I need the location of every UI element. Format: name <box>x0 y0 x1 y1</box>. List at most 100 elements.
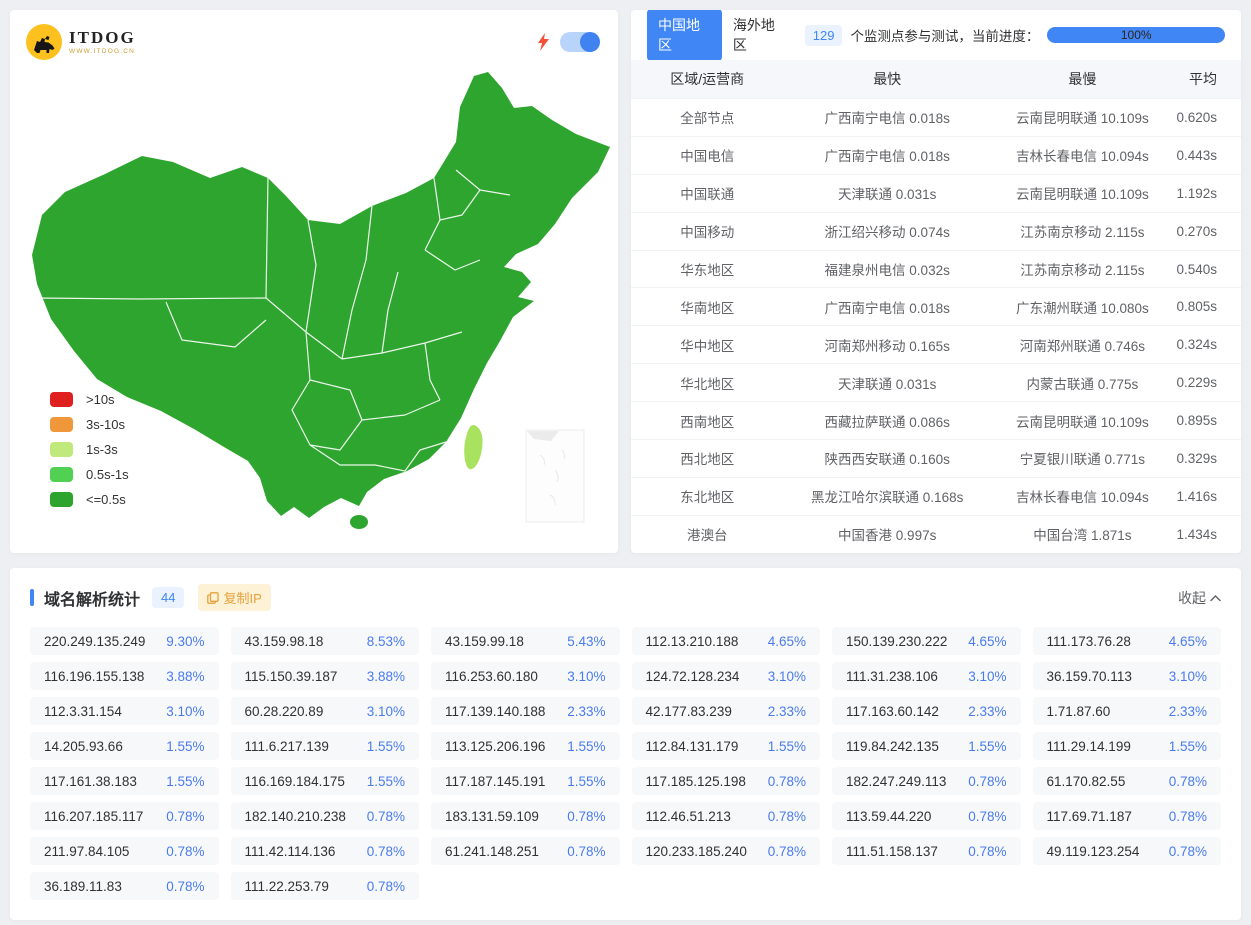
ip-address: 117.139.140.188 <box>445 703 546 719</box>
header-average: 平均 <box>1188 71 1217 87</box>
ip-percent: 0.78% <box>968 843 1007 859</box>
ip-percent: 2.33% <box>567 703 606 719</box>
ip-percent: 3.10% <box>968 668 1007 684</box>
ip-address: 112.46.51.213 <box>645 808 731 824</box>
ip-percent: 1.55% <box>1168 738 1207 754</box>
cell-region: 中国联通 <box>680 187 735 203</box>
toggle-knob <box>580 32 600 52</box>
ip-item: 43.159.99.18 5.43% <box>431 627 620 655</box>
cell-fastest: 中国香港 0.997s <box>838 528 937 544</box>
ip-item: 112.13.210.188 4.65% <box>631 627 820 655</box>
ip-percent: 4.65% <box>968 633 1007 649</box>
legend-item: >10s <box>50 392 129 407</box>
table-row: 华中地区 河南郑州移动 0.165s 河南郑州联通 0.746s 0.324s <box>631 325 1241 363</box>
ip-address: 14.205.93.66 <box>44 738 123 754</box>
tab-china-region[interactable]: 中国地区 <box>647 10 722 61</box>
ip-percent: 3.10% <box>567 668 606 684</box>
ip-item: 61.170.82.55 0.78% <box>1032 767 1221 795</box>
copy-ip-label: 复制IP <box>223 591 262 606</box>
ip-percent: 0.78% <box>366 843 405 859</box>
cell-fastest: 黑龙江哈尔滨联通 0.168s <box>811 490 964 506</box>
ip-percent: 4.65% <box>1168 633 1207 649</box>
ip-percent: 0.78% <box>366 878 405 894</box>
cell-region: 西南地区 <box>680 414 735 430</box>
cell-region: 港澳台 <box>687 528 728 544</box>
ip-percent: 2.33% <box>767 703 806 719</box>
legend-item: 3s-10s <box>50 417 129 432</box>
ip-item: 111.29.14.199 1.55% <box>1032 732 1221 760</box>
cell-slowest: 云南昆明联通 10.109s <box>1015 187 1149 203</box>
cell-average: 0.229s <box>1176 375 1217 391</box>
cell-slowest: 宁夏银川联通 0.771s <box>1019 452 1146 468</box>
ip-address: 116.196.155.138 <box>44 668 145 684</box>
cell-slowest: 云南昆明联通 10.109s <box>1015 111 1149 127</box>
copy-ip-button[interactable]: 复制IP <box>198 584 271 611</box>
ip-item: 36.189.11.83 0.78% <box>30 872 219 900</box>
ip-item: 150.139.230.222 4.65% <box>832 627 1021 655</box>
cell-average: 1.192s <box>1176 185 1217 201</box>
ip-percent: 8.53% <box>366 633 405 649</box>
ip-item: 111.173.76.28 4.65% <box>1032 627 1221 655</box>
table-row: 华东地区 福建泉州电信 0.032s 江苏南京移动 2.115s 0.540s <box>631 249 1241 288</box>
ip-address: 117.187.145.191 <box>445 773 546 789</box>
cell-average: 0.540s <box>1176 261 1217 277</box>
ip-percent: 0.78% <box>1168 843 1207 859</box>
ip-address: 183.131.59.109 <box>445 808 539 824</box>
results-card: 中国地区 海外地区 129 个监测点参与测试，当前进度： 100% 区域/运营商… <box>631 10 1241 553</box>
header-slowest: 最慢 <box>1068 71 1097 87</box>
cell-average: 0.324s <box>1176 337 1217 353</box>
logo-dog-icon <box>26 24 62 60</box>
ip-percent: 1.55% <box>767 738 806 754</box>
cell-slowest: 广东潮州联通 10.080s <box>1015 300 1149 316</box>
ip-grid: 220.249.135.249 9.30% 43.159.98.18 8.53%… <box>10 627 1241 900</box>
cell-fastest: 广西南宁电信 0.018s <box>824 111 950 127</box>
ip-address: 42.177.83.239 <box>645 703 732 719</box>
cell-average: 0.329s <box>1176 450 1217 466</box>
ip-percent: 0.78% <box>968 773 1007 789</box>
ip-item: 42.177.83.239 2.33% <box>631 697 820 725</box>
ip-item: 36.159.70.113 3.10% <box>1032 662 1221 690</box>
cell-region: 华中地区 <box>680 338 735 354</box>
ip-item: 111.6.217.139 1.55% <box>230 732 419 760</box>
map-legend: >10s 3s-10s 1s-3s 0.5s-1s <=0.5s <box>50 382 129 507</box>
ip-item: 43.159.98.18 8.53% <box>230 627 419 655</box>
table-row: 西北地区 陕西西安联通 0.160s 宁夏银川联通 0.771s 0.329s <box>631 439 1241 477</box>
top-row: ITDOG WWW.ITDOG.CN >10s 3s-10s 1s-3s 0.5… <box>0 0 1251 553</box>
ip-percent: 0.78% <box>366 808 405 824</box>
ip-address: 112.3.31.154 <box>44 703 122 719</box>
ip-item: 60.28.220.89 3.10% <box>230 697 419 725</box>
ip-item: 116.169.184.175 1.55% <box>230 767 419 795</box>
ip-address: 116.207.185.117 <box>44 808 144 824</box>
logo-title: ITDOG <box>69 28 136 47</box>
cell-average: 1.416s <box>1176 488 1217 504</box>
cell-region: 全部节点 <box>680 111 735 127</box>
taiwan-shape <box>464 425 483 470</box>
table-row: 中国联通 天津联通 0.031s 云南昆明联通 10.109s 1.192s <box>631 173 1241 212</box>
ip-address: 117.161.38.183 <box>44 773 137 789</box>
legend-label: 1s-3s <box>86 442 118 457</box>
fast-mode-toggle[interactable] <box>560 32 600 52</box>
ip-address: 111.22.253.79 <box>244 878 329 894</box>
cell-fastest: 福建泉州电信 0.032s <box>824 263 950 278</box>
results-table-body: 全部节点 广西南宁电信 0.018s 云南昆明联通 10.109s 0.620s… <box>631 98 1241 553</box>
chevron-up-icon <box>1210 594 1221 601</box>
collapse-button[interactable]: 收起 <box>1178 588 1221 608</box>
ip-address: 182.247.249.113 <box>846 773 947 789</box>
itdog-logo: ITDOG WWW.ITDOG.CN <box>26 24 136 60</box>
ip-percent: 0.78% <box>1168 808 1207 824</box>
ip-address: 36.159.70.113 <box>1046 668 1132 684</box>
ip-address: 60.28.220.89 <box>244 703 324 719</box>
legend-item: 1s-3s <box>50 442 129 457</box>
cell-fastest: 广西南宁电信 0.018s <box>824 300 950 316</box>
ip-address: 111.6.217.139 <box>244 738 329 754</box>
cell-region: 中国移动 <box>680 225 735 241</box>
ip-percent: 1.55% <box>968 738 1007 754</box>
table-row: 中国移动 浙江绍兴移动 0.074s 江苏南京移动 2.115s 0.270s <box>631 211 1241 250</box>
ip-item: 111.42.114.136 0.78% <box>230 837 419 865</box>
ip-address: 43.159.98.18 <box>244 633 324 649</box>
cell-region: 华南地区 <box>680 300 735 316</box>
tab-overseas-region[interactable]: 海外地区 <box>722 10 797 61</box>
ip-item: 119.84.242.135 1.55% <box>832 732 1021 760</box>
cell-region: 西北地区 <box>680 452 735 468</box>
ip-percent: 0.78% <box>567 843 606 859</box>
